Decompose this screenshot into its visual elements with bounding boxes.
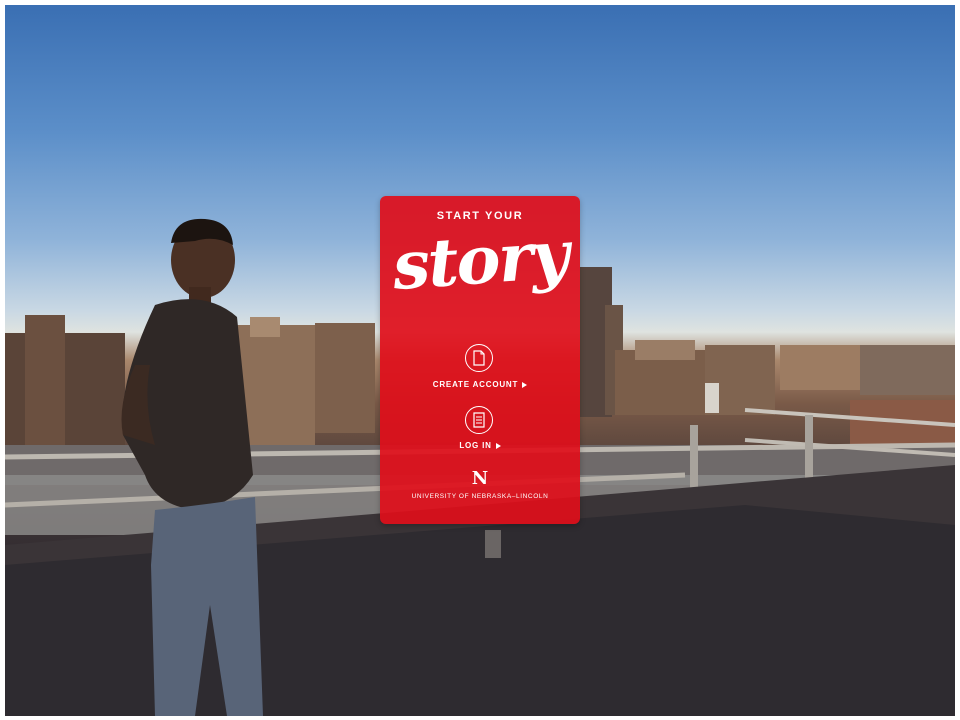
create-account-link[interactable]: CREATE ACCOUNT (380, 380, 580, 389)
log-in-label: LOG IN (459, 441, 492, 450)
story-script-headline: story (390, 214, 570, 306)
university-name: UNIVERSITY OF NEBRASKA–LINCOLN (411, 493, 549, 500)
nebraska-n-logo: N (471, 468, 489, 489)
log-in-link[interactable]: LOG IN (380, 441, 580, 450)
start-your-story-card: START YOUR story CREATE ACCOUNT LOG IN N… (380, 196, 580, 524)
document-lines-icon[interactable] (465, 406, 493, 434)
new-document-icon[interactable] (465, 344, 493, 372)
create-account-label: CREATE ACCOUNT (432, 380, 519, 389)
arrow-right-icon (495, 443, 501, 449)
document-glyph (473, 350, 485, 366)
arrow-right-icon (522, 382, 528, 388)
document-lines-glyph (473, 412, 485, 428)
